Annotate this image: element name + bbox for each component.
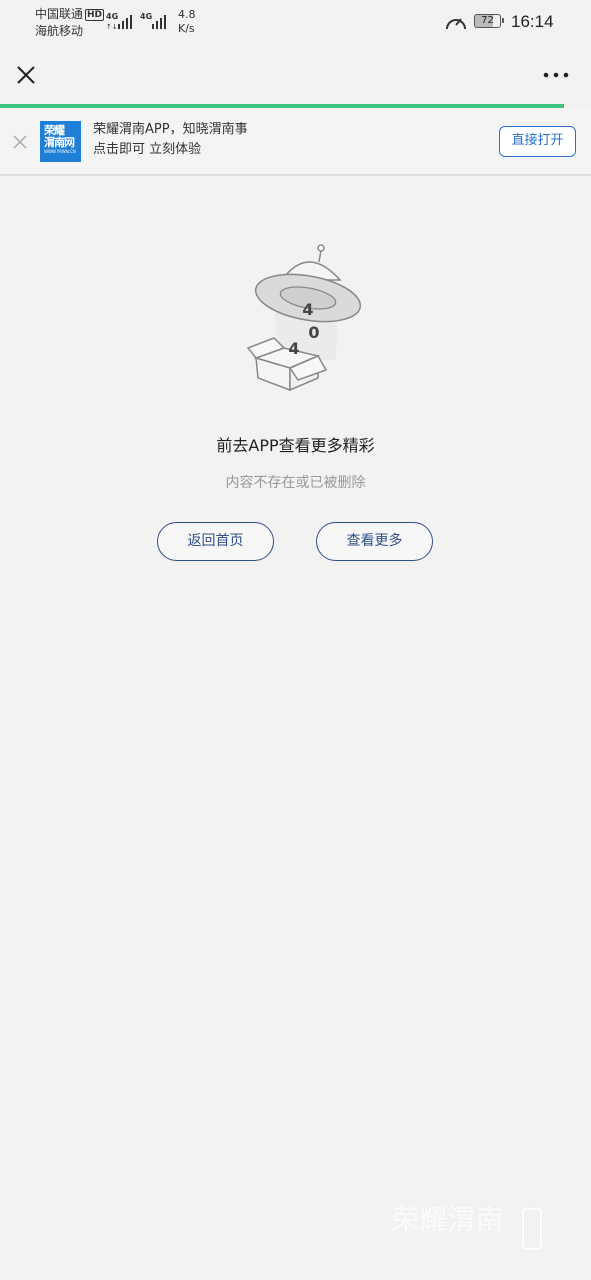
clock: 16:14 — [511, 12, 554, 31]
net-speed-unit: K/s — [178, 22, 195, 35]
digit-3: 4 — [288, 339, 299, 358]
hd-badge: HD — [85, 9, 105, 21]
digit-2: 0 — [308, 323, 319, 342]
more-horizontal-icon — [543, 72, 569, 78]
close-icon — [17, 66, 35, 84]
carrier-1: 中国联通 — [35, 7, 84, 21]
more-options-button[interactable] — [538, 64, 574, 86]
app-logo: 荣耀 渭南网 WWW.YRWN.CN — [40, 121, 81, 162]
nav-bar — [0, 44, 591, 104]
banner-line-2: 点击即可 立刻体验 — [93, 142, 202, 157]
logo-sub: WWW.YRWN.CN — [44, 149, 76, 154]
close-button[interactable] — [12, 61, 40, 89]
svg-text:↑↓: ↑↓ — [106, 23, 118, 30]
digit-1: 4 — [302, 300, 313, 319]
carrier-info: 中国联通 HD 海航移动 — [35, 6, 105, 40]
status-bar: 中国联通 HD 海航移动 4G ↑↓ 4G 4.8 K/s 72 16:14 — [0, 0, 591, 44]
net-speed: 4.8 K/s — [178, 8, 196, 36]
net-speed-value: 4.8 — [178, 8, 196, 21]
open-app-button[interactable]: 直接打开 — [499, 126, 576, 157]
speedometer-icon — [446, 18, 466, 30]
site-watermark: 荣耀渭南 YRWN.CN — [392, 1205, 552, 1255]
phone-icon — [522, 1208, 542, 1250]
error-title: 前去APP查看更多精彩 — [216, 436, 375, 455]
ufo-404-illustration-icon: 4 0 4 — [246, 244, 362, 392]
banner-line-1: 荣耀渭南APP，知晓渭南事 — [93, 122, 248, 137]
banner-close-button[interactable] — [10, 132, 30, 152]
logo-line-2: 渭南网 — [44, 136, 75, 149]
back-home-button[interactable]: 返回首页 — [157, 522, 274, 561]
close-icon — [13, 135, 27, 149]
banner-text: 荣耀渭南APP，知晓渭南事 点击即可 立刻体验 — [93, 120, 248, 160]
battery-icon: 72 — [474, 14, 504, 28]
carrier-2: 海航移动 — [35, 24, 84, 38]
view-more-button[interactable]: 查看更多 — [316, 522, 433, 561]
error-subtitle: 内容不存在或已被删除 — [225, 475, 366, 491]
